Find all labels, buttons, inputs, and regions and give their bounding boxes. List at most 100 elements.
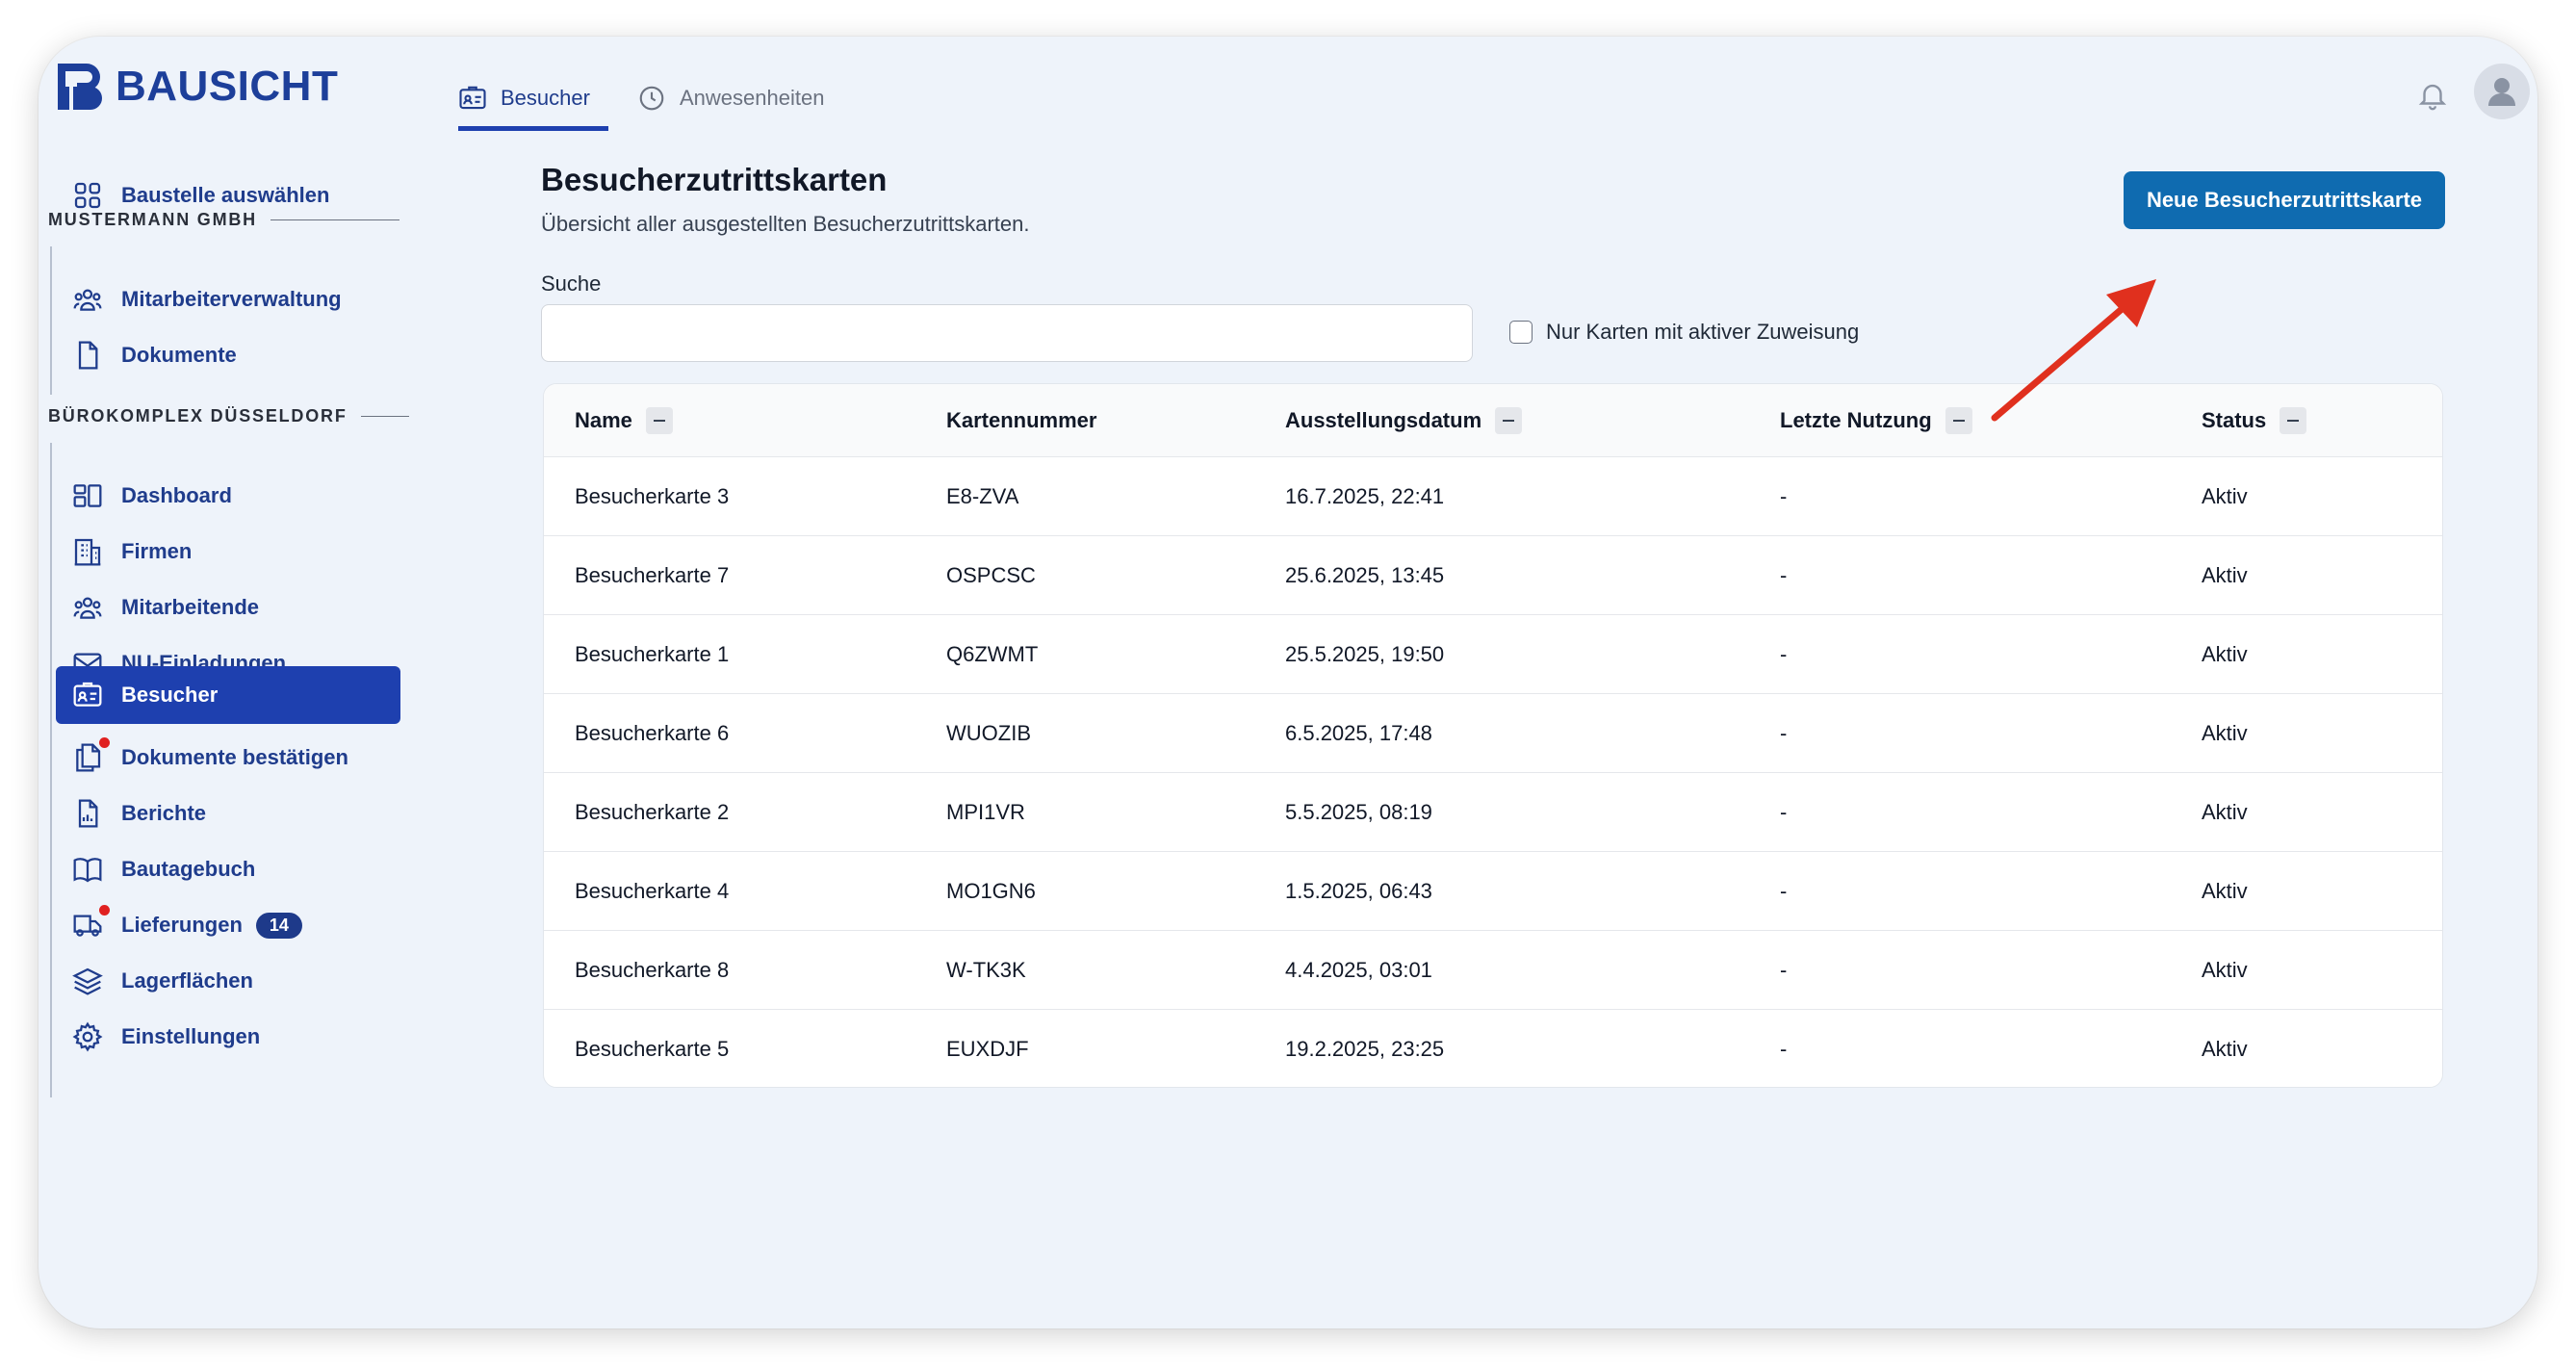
notification-dot (99, 905, 110, 916)
tab-besucher[interactable]: Besucher (458, 65, 608, 131)
sidebar-item-dokumente-bestaetigen[interactable]: Dokumente bestätigen (56, 730, 400, 786)
table-row[interactable]: Besucherkarte 8 W-TK3K 4.4.2025, 03:01 - Akt… (544, 931, 2442, 1010)
dashboard-icon (71, 479, 104, 512)
table-row[interactable]: Besucherkarte 6 WUOZIB 6.5.2025, 17:48 - Akt… (544, 694, 2442, 773)
sidebar-item-mitarbeitende[interactable]: Mitarbeitende (56, 580, 400, 635)
cell-issue-date: 1.5.2025, 06:43 (1285, 879, 1432, 903)
sidebar-item-mitarbeiterverwaltung[interactable]: Mitarbeiterverwaltung (56, 271, 400, 327)
collapse-column-button[interactable] (645, 407, 673, 434)
cell-card-number: EUXDJF (946, 1037, 1029, 1061)
column-header-card-number: Kartennummer (946, 408, 1097, 432)
search-label: Suche (541, 271, 602, 296)
divider (270, 219, 399, 220)
cell-issue-date: 19.2.2025, 23:25 (1285, 1037, 1445, 1061)
column-header-name[interactable]: Name (575, 384, 673, 457)
cell-card-number: Q6ZWMT (946, 642, 1039, 666)
cell-name: Besucherkarte 5 (575, 1037, 730, 1061)
select-site-label: Baustelle auswählen (121, 183, 330, 207)
cell-status: Aktiv (2202, 563, 2248, 587)
cell-issue-date: 25.5.2025, 19:50 (1285, 642, 1445, 666)
cell-name: Besucherkarte 1 (575, 642, 730, 666)
active-assignment-checkbox[interactable] (1509, 321, 1533, 344)
cell-last-use: - (1780, 484, 1788, 508)
cell-card-number: OSPCSC (946, 563, 1036, 587)
cell-last-use: - (1780, 800, 1788, 824)
tab-anwesenheiten[interactable]: Anwesenheiten (637, 65, 824, 131)
user-avatar-icon[interactable] (2474, 64, 2530, 119)
id-card-icon (71, 679, 104, 711)
document-icon (71, 339, 104, 372)
cell-card-number: MO1GN6 (946, 879, 1036, 903)
tree-line (50, 246, 52, 395)
cell-name: Besucherkarte 7 (575, 563, 730, 587)
sidebar-item-dashboard[interactable]: Dashboard (56, 468, 400, 524)
book-icon (71, 853, 104, 886)
cell-last-use: - (1780, 721, 1788, 745)
cell-last-use: - (1780, 1037, 1788, 1061)
table-row[interactable]: Besucherkarte 5 EUXDJF 19.2.2025, 23:25 - Ak… (544, 1010, 2442, 1087)
table-body: Besucherkarte 3 E8-ZVA 16.7.2025, 22:41 - Ak… (544, 457, 2442, 1087)
sidebar-item-lagerflaechen[interactable]: Lagerflächen (56, 953, 400, 1009)
report-icon (71, 797, 104, 830)
layers-icon (71, 965, 104, 997)
app-window: BAUSICHT Baustelle auswählen MUSTERMANN … (39, 37, 2537, 1328)
cell-status: Aktiv (2202, 879, 2248, 903)
truck-icon (71, 905, 110, 941)
bell-icon[interactable] (2416, 79, 2449, 112)
logo-text: BAUSICHT (116, 63, 339, 110)
collapse-column-button[interactable] (1945, 407, 1972, 434)
cell-status: Aktiv (2202, 1037, 2248, 1061)
clock-icon (639, 86, 664, 111)
table-row[interactable]: Besucherkarte 2 MPI1VR 5.5.2025, 08:19 - Akt… (544, 773, 2442, 852)
cell-card-number: W-TK3K (946, 958, 1026, 982)
tree-line (50, 443, 52, 1097)
count-badge: 14 (255, 912, 302, 939)
cell-status: Aktiv (2202, 642, 2248, 666)
cell-issue-date: 16.7.2025, 22:41 (1285, 484, 1445, 508)
new-visitor-card-button[interactable]: Neue Besucherzutrittskarte (2124, 171, 2445, 229)
column-header-issue-date[interactable]: Ausstellungsdatum (1285, 384, 1523, 457)
cell-name: Besucherkarte 6 (575, 721, 730, 745)
cell-issue-date: 5.5.2025, 08:19 (1285, 800, 1432, 824)
sidebar-item-bautagebuch[interactable]: Bautagebuch (56, 841, 400, 897)
cell-issue-date: 6.5.2025, 17:48 (1285, 721, 1432, 745)
page-subtitle: Übersicht aller ausgestellten Besucherzu… (541, 212, 1030, 236)
users-icon (71, 591, 104, 624)
cell-issue-date: 25.6.2025, 13:45 (1285, 563, 1445, 587)
sidebar-item-berichte[interactable]: Berichte (56, 786, 400, 841)
table-row[interactable]: Besucherkarte 1 Q6ZWMT 25.5.2025, 19:50 - Ak… (544, 615, 2442, 694)
site-group-label: BÜROKOMPLEX DÜSSELDORF (48, 406, 409, 426)
sidebar-item-einstellungen[interactable]: Einstellungen (56, 1009, 400, 1065)
sidebar-item-firmen[interactable]: Firmen (56, 524, 400, 580)
sidebar-item-lieferungen[interactable]: Lieferungen 14 (56, 897, 400, 953)
divider (360, 416, 409, 417)
sidebar-item-besucher[interactable]: Besucher (56, 666, 400, 724)
id-card-icon (459, 86, 486, 110)
collapse-column-button[interactable] (1495, 407, 1523, 434)
cell-status: Aktiv (2202, 958, 2248, 982)
cell-name: Besucherkarte 2 (575, 800, 730, 824)
table-row[interactable]: Besucherkarte 3 E8-ZVA 16.7.2025, 22:41 - Ak… (544, 457, 2442, 536)
collapse-column-button[interactable] (2280, 407, 2307, 434)
sidebar-item-dokumente[interactable]: Dokumente (56, 327, 400, 383)
visitor-cards-table: Name Kartennummer Ausstellungsdatum Letz… (543, 383, 2443, 1088)
cell-card-number: WUOZIB (946, 721, 1031, 745)
cell-card-number: E8-ZVA (946, 484, 1019, 508)
active-tab-indicator (458, 126, 608, 131)
grid-icon (71, 179, 104, 212)
column-header-status[interactable]: Status (2202, 384, 2307, 457)
cell-status: Aktiv (2202, 484, 2248, 508)
company-group-label: MUSTERMANN GMBH (48, 210, 399, 230)
active-assignment-filter[interactable]: Nur Karten mit aktiver Zuweisung (1509, 320, 1859, 345)
notification-dot (99, 737, 110, 748)
users-icon (71, 283, 104, 316)
table-row[interactable]: Besucherkarte 4 MO1GN6 1.5.2025, 06:43 - Akt… (544, 852, 2442, 931)
column-header-last-use[interactable]: Letzte Nutzung (1780, 384, 1972, 457)
cell-status: Aktiv (2202, 800, 2248, 824)
cell-last-use: - (1780, 563, 1788, 587)
gear-icon (71, 1020, 104, 1053)
search-input[interactable] (541, 304, 1473, 362)
logo[interactable]: BAUSICHT (52, 60, 338, 114)
table-row[interactable]: Besucherkarte 7 OSPCSC 25.6.2025, 13:45 - Ak… (544, 536, 2442, 615)
cell-name: Besucherkarte 4 (575, 879, 730, 903)
